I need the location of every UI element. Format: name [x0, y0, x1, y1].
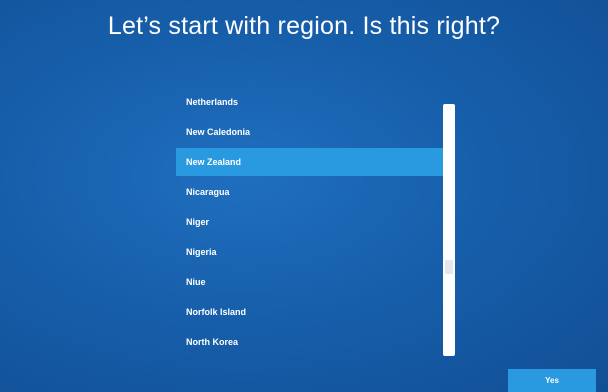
list-item-new-caledonia[interactable]: New Caledonia — [176, 118, 444, 146]
yes-button[interactable]: Yes — [508, 369, 596, 392]
list-item-niue[interactable]: Niue — [176, 268, 444, 296]
list-item-norfolk-island[interactable]: Norfolk Island — [176, 298, 444, 326]
list-item-netherlands[interactable]: Netherlands — [176, 88, 444, 116]
page-title: Let’s start with region. Is this right? — [107, 12, 501, 40]
scrollbar-thumb[interactable] — [445, 260, 453, 274]
list-item-nigeria[interactable]: Nigeria — [176, 238, 444, 266]
list-item-north-korea[interactable]: North Korea — [176, 328, 444, 356]
list-item-new-zealand[interactable]: New Zealand — [176, 148, 444, 176]
list-scrollbar[interactable] — [443, 104, 455, 356]
region-list[interactable]: Netherlands New Caledonia New Zealand Ni… — [176, 88, 446, 356]
list-item-nicaragua[interactable]: Nicaragua — [176, 178, 444, 206]
list-item-niger[interactable]: Niger — [176, 208, 444, 236]
